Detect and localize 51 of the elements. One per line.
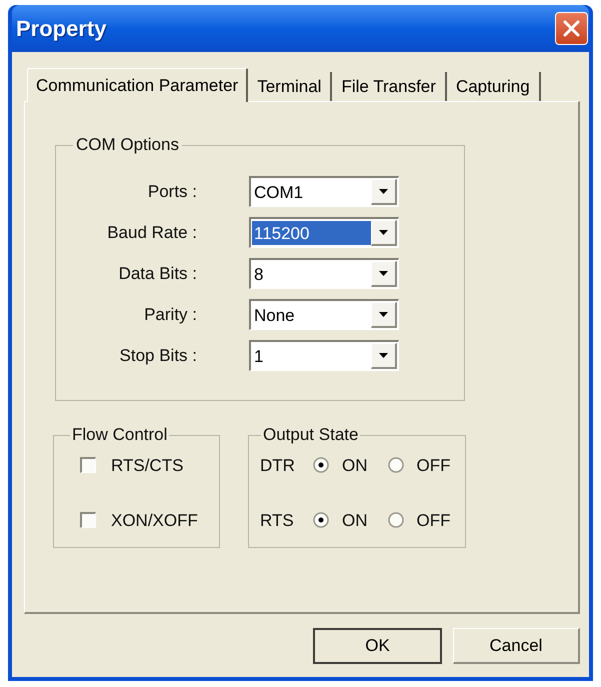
tab[interactable]: File Transfer	[332, 72, 447, 101]
tab[interactable]: Capturing	[446, 72, 541, 101]
dropdown-field[interactable]: 1	[249, 340, 399, 371]
window-title: Property	[16, 15, 106, 43]
dropdown-field[interactable]: None	[249, 299, 399, 330]
group-title: Output State	[262, 425, 360, 445]
close-button[interactable]	[555, 12, 588, 45]
dropdown-value: 8	[253, 264, 264, 286]
dropdown-field[interactable]: 115200	[249, 217, 399, 248]
radio-label[interactable]: OFF	[416, 456, 450, 474]
dialog-button[interactable]: Cancel	[453, 628, 580, 664]
caret-down-icon	[379, 189, 388, 194]
tab[interactable]: Terminal	[248, 72, 332, 101]
dropdown-button[interactable]	[371, 220, 397, 246]
caret-down-icon	[379, 353, 388, 358]
radio-label[interactable]: ON	[342, 456, 368, 474]
caret-down-icon	[379, 230, 388, 235]
radio-label[interactable]: OFF	[416, 512, 450, 528]
tab[interactable]: Communication Parameter	[27, 68, 248, 102]
caret-down-icon	[379, 271, 388, 276]
group-title: COM Options	[75, 135, 180, 155]
checkbox[interactable]	[80, 512, 96, 528]
field-label: Ports :	[146, 180, 197, 203]
radio-button[interactable]	[388, 457, 404, 473]
dropdown-value: COM1	[253, 182, 304, 204]
close-icon	[563, 20, 580, 37]
field-label: Data Bits :	[118, 262, 197, 285]
checkbox[interactable]	[80, 457, 96, 473]
dropdown-value: None	[253, 304, 296, 326]
row-label: RTS	[260, 512, 295, 528]
field-label: Stop Bits :	[118, 344, 197, 367]
dropdown-field[interactable]: COM1	[249, 176, 399, 207]
group-title: Flow Control	[71, 425, 168, 445]
field-label: Parity :	[143, 304, 197, 326]
dropdown-button[interactable]	[371, 343, 397, 369]
radio-button[interactable]	[313, 457, 329, 473]
radio-button[interactable]	[388, 512, 404, 528]
caret-down-icon	[379, 312, 388, 317]
row-label: DTR	[260, 456, 296, 474]
radio-button[interactable]	[313, 512, 329, 528]
checkbox-label[interactable]: RTS/CTS	[111, 456, 184, 474]
dropdown-value: 115200	[252, 221, 371, 245]
field-label: Baud Rate :	[106, 222, 197, 244]
dropdown-field[interactable]: 8	[249, 258, 399, 289]
dialog-button[interactable]: OK	[313, 628, 442, 664]
checkbox-label[interactable]: XON/XOFF	[111, 512, 198, 528]
dropdown-button[interactable]	[371, 302, 397, 328]
dropdown-value: 1	[253, 346, 264, 368]
dropdown-button[interactable]	[371, 261, 397, 287]
radio-label[interactable]: ON	[342, 512, 368, 528]
dropdown-button[interactable]	[371, 179, 397, 205]
